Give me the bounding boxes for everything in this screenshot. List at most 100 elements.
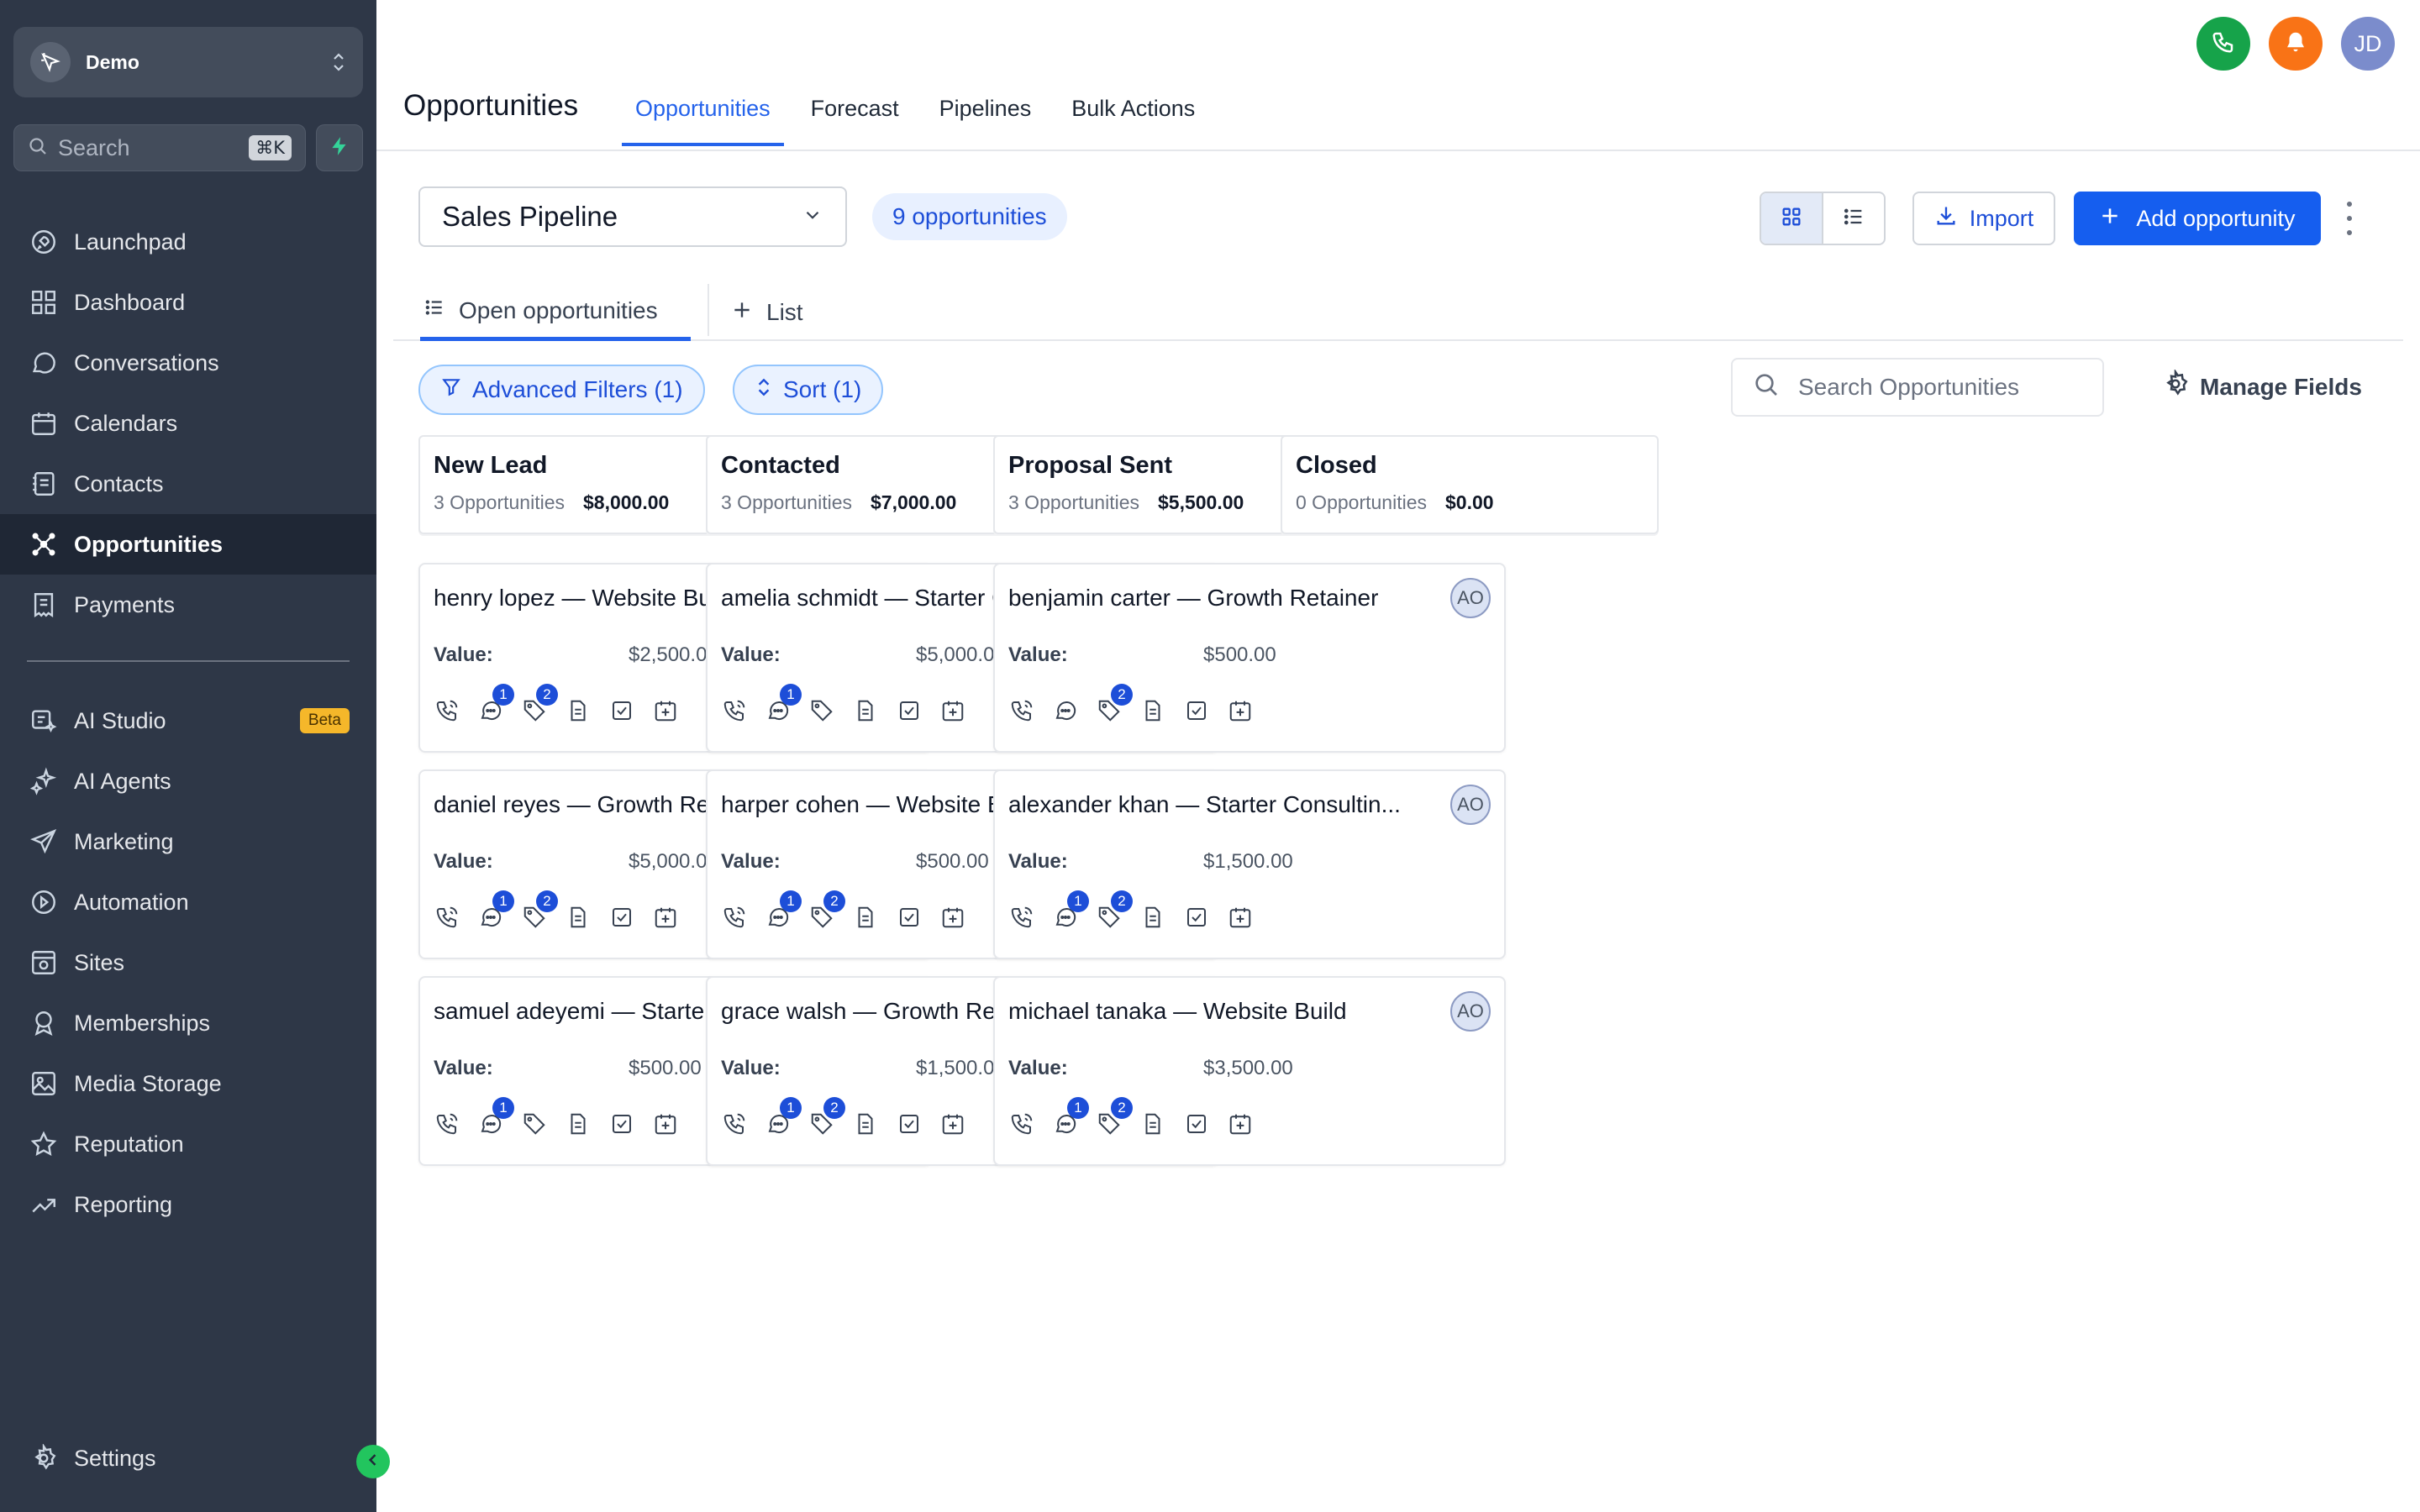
sidebar-search-input[interactable]: Search ⌘K bbox=[13, 124, 306, 171]
list-view-button[interactable] bbox=[1823, 193, 1884, 244]
tag-icon[interactable]: 2 bbox=[521, 890, 558, 931]
notifications-button[interactable] bbox=[2269, 17, 2323, 71]
tab-pipelines[interactable]: Pipelines bbox=[926, 91, 1045, 146]
tag-icon[interactable]: 2 bbox=[1096, 684, 1133, 724]
sidebar-item-marketing[interactable]: Marketing bbox=[0, 811, 376, 872]
message-icon[interactable]: 1 bbox=[1052, 1097, 1089, 1137]
opportunity-card[interactable]: benjamin carter — Growth Retainer AO Value… bbox=[993, 563, 1506, 753]
appointment-icon[interactable] bbox=[939, 697, 966, 724]
message-icon[interactable]: 1 bbox=[765, 684, 802, 724]
manage-fields-button[interactable]: Manage Fields bbox=[2161, 368, 2362, 404]
tab-opportunities[interactable]: Opportunities bbox=[622, 91, 784, 146]
tab-forecast[interactable]: Forecast bbox=[797, 91, 913, 146]
appointment-icon[interactable] bbox=[652, 1110, 679, 1137]
tag-icon[interactable]: 2 bbox=[1096, 1097, 1133, 1137]
tag-icon[interactable]: 2 bbox=[808, 1097, 845, 1137]
sidebar-item-memberships[interactable]: Memberships bbox=[0, 993, 376, 1053]
note-icon[interactable] bbox=[852, 904, 879, 931]
sort-button[interactable]: Sort (1) bbox=[733, 365, 884, 415]
note-icon[interactable] bbox=[852, 1110, 879, 1137]
sidebar-item-ai-studio[interactable]: AI Studio Beta bbox=[0, 690, 376, 751]
message-icon[interactable]: 1 bbox=[477, 1097, 514, 1137]
message-icon[interactable]: 1 bbox=[477, 890, 514, 931]
sidebar-item-settings[interactable]: Settings bbox=[0, 1428, 376, 1488]
call-icon[interactable] bbox=[1008, 904, 1035, 931]
note-icon[interactable] bbox=[1139, 697, 1166, 724]
subtab-open-opportunities[interactable]: Open opportunities bbox=[420, 284, 691, 341]
task-icon[interactable] bbox=[896, 697, 923, 724]
sidebar-item-reporting[interactable]: Reporting bbox=[0, 1174, 376, 1235]
task-icon[interactable] bbox=[608, 697, 635, 724]
note-icon[interactable] bbox=[1139, 1110, 1166, 1137]
task-icon[interactable] bbox=[896, 1110, 923, 1137]
opportunity-card[interactable]: alexander khan — Starter Consultin... AO V… bbox=[993, 769, 1506, 959]
pipeline-select[interactable]: Sales Pipeline bbox=[418, 186, 847, 247]
tag-icon[interactable]: 2 bbox=[521, 684, 558, 724]
opportunity-card[interactable]: michael tanaka — Website Build AO Value: $3… bbox=[993, 976, 1506, 1166]
tag-icon[interactable] bbox=[808, 697, 835, 724]
sidebar-collapse-button[interactable] bbox=[356, 1445, 390, 1478]
appointment-icon[interactable] bbox=[1227, 904, 1254, 931]
appointment-icon[interactable] bbox=[652, 904, 679, 931]
advanced-filters-button[interactable]: Advanced Filters (1) bbox=[418, 365, 705, 415]
note-icon[interactable] bbox=[565, 697, 592, 724]
task-icon[interactable] bbox=[1183, 904, 1210, 931]
message-icon[interactable]: 1 bbox=[765, 890, 802, 931]
call-icon[interactable] bbox=[1008, 697, 1035, 724]
board-view-button[interactable] bbox=[1761, 193, 1823, 244]
add-opportunity-button[interactable]: Add opportunity bbox=[2074, 192, 2321, 245]
appointment-icon[interactable] bbox=[939, 1110, 966, 1137]
message-icon[interactable] bbox=[1052, 697, 1079, 724]
sidebar-item-automation[interactable]: Automation bbox=[0, 872, 376, 932]
quick-actions-button[interactable] bbox=[316, 124, 363, 171]
note-icon[interactable] bbox=[565, 904, 592, 931]
appointment-icon[interactable] bbox=[1227, 697, 1254, 724]
sidebar-item-ai-agents[interactable]: AI Agents bbox=[0, 751, 376, 811]
message-icon[interactable]: 1 bbox=[477, 684, 514, 724]
message-icon[interactable]: 1 bbox=[1052, 890, 1089, 931]
tag-icon[interactable]: 2 bbox=[1096, 890, 1133, 931]
task-icon[interactable] bbox=[608, 904, 635, 931]
owner-avatar[interactable]: AO bbox=[1450, 578, 1491, 618]
subtab-add-list[interactable]: List bbox=[728, 284, 807, 341]
sidebar-item-conversations[interactable]: Conversations bbox=[0, 333, 376, 393]
sidebar-item-calendars[interactable]: Calendars bbox=[0, 393, 376, 454]
search-opportunities-input[interactable]: Search Opportunities bbox=[1731, 358, 2104, 417]
call-icon[interactable] bbox=[434, 904, 460, 931]
message-icon[interactable]: 1 bbox=[765, 1097, 802, 1137]
phone-button[interactable] bbox=[2196, 17, 2250, 71]
appointment-icon[interactable] bbox=[939, 904, 966, 931]
call-icon[interactable] bbox=[721, 904, 748, 931]
task-icon[interactable] bbox=[1183, 1110, 1210, 1137]
sidebar-item-payments[interactable]: Payments bbox=[0, 575, 376, 635]
import-button[interactable]: Import bbox=[1912, 192, 2055, 245]
note-icon[interactable] bbox=[1139, 904, 1166, 931]
tag-icon[interactable] bbox=[521, 1110, 548, 1137]
owner-avatar[interactable]: AO bbox=[1450, 785, 1491, 825]
note-icon[interactable] bbox=[565, 1110, 592, 1137]
sidebar-item-contacts[interactable]: Contacts bbox=[0, 454, 376, 514]
appointment-icon[interactable] bbox=[652, 697, 679, 724]
sidebar-item-reputation[interactable]: Reputation bbox=[0, 1114, 376, 1174]
owner-avatar[interactable]: AO bbox=[1450, 991, 1491, 1032]
sidebar-item-sites[interactable]: Sites bbox=[0, 932, 376, 993]
user-avatar[interactable]: JD bbox=[2341, 17, 2395, 71]
more-options-button[interactable] bbox=[2343, 202, 2356, 235]
call-icon[interactable] bbox=[434, 1110, 460, 1137]
sidebar-item-opportunities[interactable]: Opportunities bbox=[0, 514, 376, 575]
task-icon[interactable] bbox=[896, 904, 923, 931]
call-icon[interactable] bbox=[721, 697, 748, 724]
call-icon[interactable] bbox=[434, 697, 460, 724]
note-icon[interactable] bbox=[852, 697, 879, 724]
appointment-icon[interactable] bbox=[1227, 1110, 1254, 1137]
call-icon[interactable] bbox=[1008, 1110, 1035, 1137]
task-icon[interactable] bbox=[608, 1110, 635, 1137]
sidebar-item-launchpad[interactable]: Launchpad bbox=[0, 212, 376, 272]
call-icon[interactable] bbox=[721, 1110, 748, 1137]
tag-icon[interactable]: 2 bbox=[808, 890, 845, 931]
tab-bulk-actions[interactable]: Bulk Actions bbox=[1058, 91, 1208, 146]
sidebar-item-media-storage[interactable]: Media Storage bbox=[0, 1053, 376, 1114]
account-switcher[interactable]: Demo bbox=[13, 27, 363, 97]
task-icon[interactable] bbox=[1183, 697, 1210, 724]
sidebar-item-dashboard[interactable]: Dashboard bbox=[0, 272, 376, 333]
